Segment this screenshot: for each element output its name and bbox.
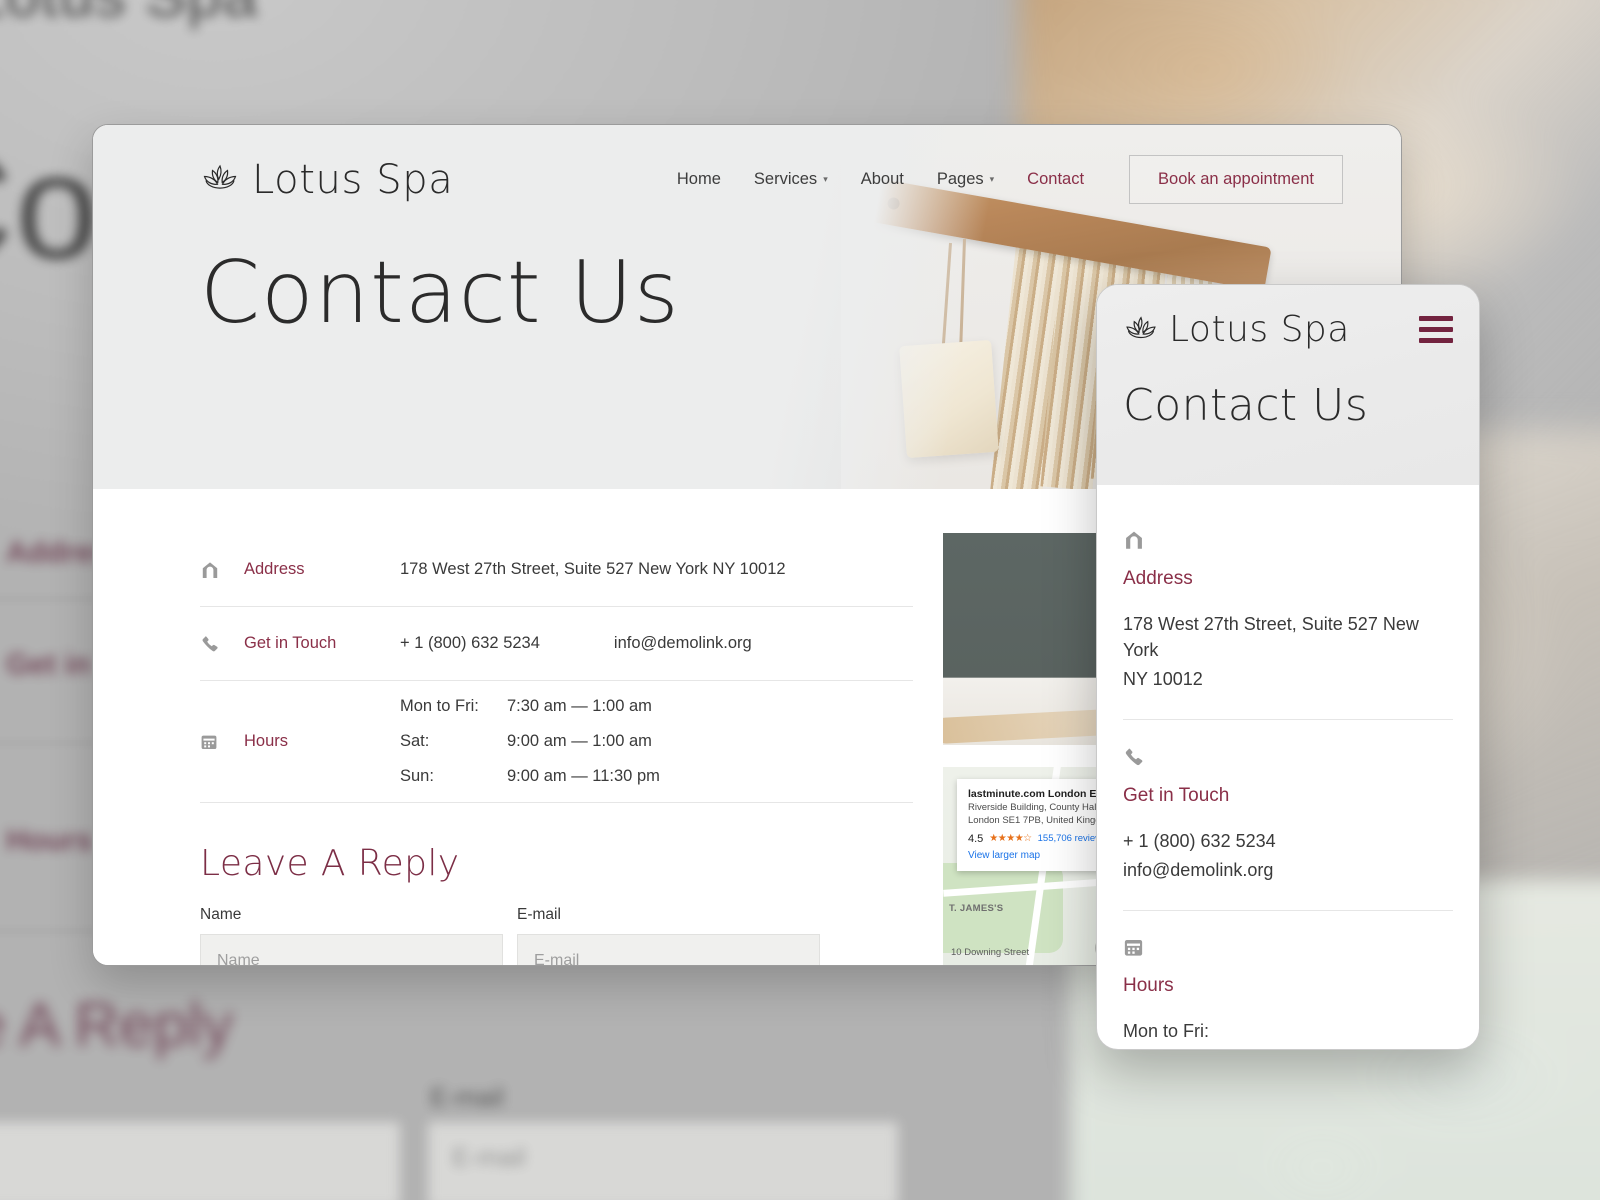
email-input[interactable]	[517, 934, 820, 965]
reply-form: Name E-mail	[200, 906, 913, 965]
nav-label: Contact	[1027, 170, 1085, 188]
mobile-label-address: Address	[1123, 568, 1193, 589]
mobile-value-email[interactable]: info@demolink.org	[1123, 858, 1453, 884]
mobile-value-address-line1: 178 West 27th Street, Suite 527 New York	[1123, 614, 1419, 660]
hours-day: Sun:	[400, 767, 434, 785]
name-input[interactable]	[200, 934, 503, 965]
mobile-block-address: Address 178 West 27th Street, Suite 527 …	[1123, 529, 1453, 720]
contact-value-address: 178 West 27th Street, Suite 527 New York…	[400, 560, 786, 578]
background-label-hours: Hours	[6, 824, 93, 857]
home-icon	[1123, 529, 1453, 556]
field-label-name: Name	[200, 906, 242, 923]
background-reply-title: ve A Reply	[0, 991, 233, 1060]
mobile-hours-day: Mon to Fri:	[1123, 1020, 1210, 1041]
hours-time: 9:00 am — 1:00 am	[507, 732, 652, 750]
contact-row-touch: Get in Touch + 1 (800) 632 5234 info@dem…	[200, 607, 913, 681]
background-form-label: E-mail	[430, 1082, 504, 1112]
background-page-title: Co	[0, 122, 101, 290]
hours-day: Sat:	[400, 732, 430, 750]
chevron-down-icon: ▾	[823, 174, 828, 184]
field-name: Name	[200, 906, 503, 965]
mobile-value-phone[interactable]: + 1 (800) 632 5234	[1123, 829, 1453, 855]
hours-table: Mon to Fri: 7:30 am — 1:00 am Sat: 9:00 …	[400, 697, 660, 786]
nav-label: About	[860, 170, 904, 188]
mobile-label-touch: Get in Touch	[1123, 784, 1230, 806]
hours-time: 9:00 am — 11:30 pm	[507, 767, 660, 785]
nav-item-about[interactable]: About	[861, 170, 904, 189]
mobile-block-touch: Get in Touch + 1 (800) 632 5234 info@dem…	[1123, 746, 1453, 911]
nav-item-services[interactable]: Services ▾	[754, 170, 828, 189]
background-input-name	[0, 1122, 400, 1200]
phone-icon	[1123, 746, 1453, 773]
contact-value-phone[interactable]: + 1 (800) 632 5234	[400, 634, 540, 653]
nav-item-contact[interactable]: Contact	[1027, 170, 1084, 189]
mobile-block-hours: Hours Mon to Fri: 7:30 am — 1:00 am	[1123, 937, 1453, 1049]
hours-time: 7:30 am — 1:00 am	[507, 697, 652, 715]
nav-label: Home	[676, 170, 721, 188]
hours-day: Mon to Fri:	[400, 697, 479, 715]
lotus-icon	[200, 162, 240, 197]
chevron-down-icon: ▾	[989, 174, 995, 184]
contact-value-email[interactable]: info@demolink.org	[614, 634, 752, 653]
nav-label: Pages	[936, 170, 984, 188]
map-label-downing: 10 Downing Street	[951, 947, 1030, 958]
hours-row: Sun: 9:00 am — 11:30 pm	[400, 767, 660, 786]
field-email: E-mail	[517, 906, 820, 965]
main-navigation: Home Services ▾ About Pages ▾ Contact Bo…	[677, 155, 1343, 204]
desktop-topbar: Lotus Spa Home Services ▾ About Pages ▾ …	[93, 125, 1401, 204]
mobile-page-title: Contact Us	[1123, 380, 1369, 431]
book-appointment-button[interactable]: Book an appointment	[1129, 155, 1343, 204]
contact-label-address: Address	[244, 560, 305, 578]
logo-text: Lotus Spa	[252, 156, 454, 203]
hours-row: Mon to Fri: 7:30 am — 1:00 am	[400, 697, 660, 716]
contact-label-touch: Get in Touch	[244, 634, 337, 652]
contact-row-hours: Hours Mon to Fri: 7:30 am — 1:00 am Sat:…	[200, 681, 913, 803]
map-rating-score: 4.5	[968, 832, 984, 845]
nav-item-home[interactable]: Home	[677, 170, 721, 189]
mobile-mockup: Lotus Spa Contact Us Address 178 West 27…	[1096, 284, 1480, 1050]
mobile-hours-time: 7:30 am — 1:00 am	[1123, 1048, 1453, 1049]
contact-row-address: Address 178 West 27th Street, Suite 527 …	[200, 533, 913, 607]
nav-label: Services	[753, 170, 818, 188]
home-icon	[200, 560, 244, 580]
page-title: Contact Us	[200, 243, 680, 343]
nav-item-pages[interactable]: Pages ▾	[937, 170, 994, 189]
screenshot-stage: Lotus Spa Co Address Get in Touch Hours …	[0, 0, 1600, 1200]
phone-icon	[200, 634, 244, 654]
mobile-label-hours: Hours	[1123, 974, 1174, 996]
calendar-icon	[1123, 937, 1453, 963]
site-logo[interactable]: Lotus Spa	[200, 157, 453, 203]
mobile-value-address-line2: NY 10012	[1123, 669, 1203, 690]
hours-row: Sat: 9:00 am — 1:00 am	[400, 732, 660, 751]
leave-a-reply-title: Leave A Reply	[200, 843, 460, 884]
background-form-placeholder: E-mail	[452, 1142, 526, 1172]
calendar-icon	[200, 733, 244, 751]
field-label-email: E-mail	[517, 906, 561, 923]
contact-details-column: Address 178 West 27th Street, Suite 527 …	[93, 489, 913, 965]
hamburger-icon[interactable]	[1419, 316, 1453, 343]
contact-label-hours: Hours	[244, 732, 289, 750]
mobile-content: Address 178 West 27th Street, Suite 527 …	[1097, 485, 1479, 1049]
background-logo-text: Lotus Spa	[0, 0, 258, 31]
map-label-stjames: T. JAMES'S	[949, 903, 1004, 914]
star-rating-icon: ★★★★☆	[989, 833, 1032, 845]
